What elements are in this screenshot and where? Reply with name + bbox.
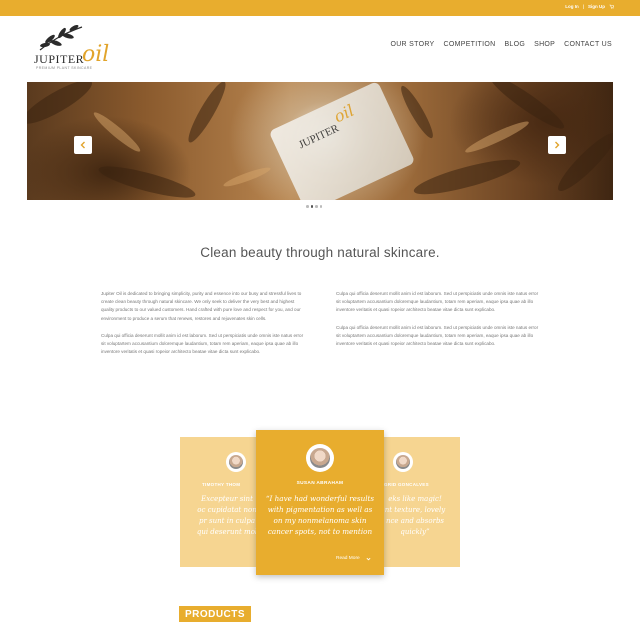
site-logo[interactable]: JUPITER oil PREMIUM PLANT SKINCARE [30,24,110,72]
olive-branch-icon [39,24,83,51]
avatar-susan [306,444,334,472]
intro-paragraph: Jupiter Oil is dedicated to bringing sim… [101,291,302,321]
slider-dot-active[interactable] [310,205,313,208]
avatar-timothy [226,452,246,472]
testimonial-name-right: GRID GONCALVES [384,482,429,487]
read-more-link[interactable]: Read More [336,556,371,561]
slider-dot[interactable] [306,205,309,208]
chevron-right-icon [555,141,560,149]
testimonial-card-active[interactable]: SUSAN ABRAHAM “I have had wonderful resu… [256,430,384,575]
intro-paragraph: Culpa qui officia deserunt mollit anim i… [101,332,304,355]
slider-pagination [306,205,322,208]
testimonial-quote: “I have had wonderful results with pigme… [265,494,375,536]
nav-item-shop[interactable]: SHOP [534,41,555,48]
hero-slider: JUPITER oil [27,82,613,200]
intro-column-left: Jupiter Oil is dedicated to bringing sim… [101,290,306,365]
nav-item-contact-us[interactable]: CONTACT US [564,41,612,48]
avatar-grid [393,452,413,472]
testimonial-quote-left: Excepteur sint oc cupidatat non pr sunt … [196,495,258,536]
testimonial-name: SUSAN ABRAHAM [296,481,344,486]
testimonial-name-left: TIMOTHY THOM [202,482,241,487]
login-link[interactable]: Log In [565,4,579,9]
logo-script-text: oil [82,42,110,67]
slider-dot[interactable] [315,205,318,208]
intro-column-right: Culpa qui officia deserunt mollit anim i… [336,290,541,357]
products-heading: PRODUCTS [179,606,251,622]
nav-item-blog[interactable]: BLOG [504,41,525,48]
bottle-brand-text: JUPITER [296,122,341,152]
slider-dot[interactable] [319,205,322,208]
testimonial-quote-right: eks like magic! nt texture, lovely nce a… [384,495,446,536]
separator: | [582,4,584,9]
logo-brand-text: JUPITER [34,52,85,66]
read-more-label: Read More [336,556,360,561]
section-headline: Clean beauty through natural skincare. [200,245,440,260]
logo-tagline: PREMIUM PLANT SKINCARE [36,66,93,70]
chevron-down-icon [366,557,371,560]
chevron-left-icon [80,141,85,149]
nav-item-our-story[interactable]: OUR STORY [390,41,434,48]
cart-icon[interactable] [609,4,615,9]
intro-paragraph: Culpa qui officia deserunt mollit anim i… [336,324,539,347]
signup-link[interactable]: Sign Up [588,4,605,9]
account-links: Log In | Sign Up [565,4,615,9]
slider-prev-button[interactable] [74,136,92,154]
slider-next-button[interactable] [548,136,566,154]
top-bar: Log In | Sign Up [0,0,640,16]
nav-item-competition[interactable]: COMPETITION [444,41,496,48]
main-nav: OUR STORY COMPETITION BLOG SHOP CONTACT … [390,41,612,48]
intro-paragraph: Culpa qui officia deserunt mollit anim i… [336,291,539,313]
